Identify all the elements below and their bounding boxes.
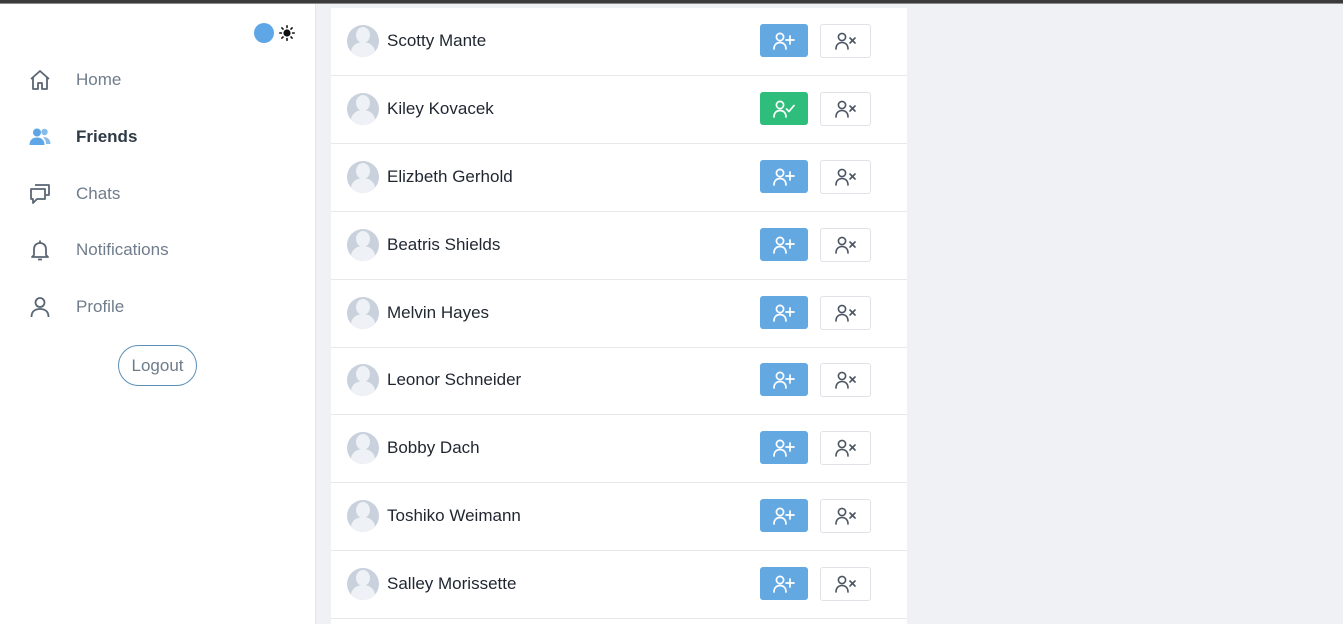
add-friend-button[interactable] [760,24,808,57]
avatar [347,93,379,125]
theme-toggle[interactable] [254,22,298,44]
avatar [347,568,379,600]
nav-label-home: Home [76,70,122,89]
reject-friend-button[interactable] [820,24,871,58]
nav-item-friends[interactable]: Friends [28,123,137,151]
friend-row: Melvin Hayes [331,280,907,348]
add-friend-button[interactable] [760,296,808,329]
users-icon [28,125,52,149]
user-plus-icon [773,304,795,322]
user-x-icon [834,439,857,457]
add-friend-button[interactable] [760,431,808,464]
sidebar: Home Friends Chats Notifications Profile… [0,4,316,624]
friend-row: Elizbeth Gerhold [331,144,907,212]
user-plus-icon [773,168,795,186]
friend-name: Leonor Schneider [387,370,522,389]
user-icon [28,295,52,319]
friend-row: Bobby Dach [331,415,907,483]
add-friend-button[interactable] [760,363,808,396]
reject-friend-button[interactable] [820,431,871,465]
avatar [347,500,379,532]
user-plus-icon [773,371,795,389]
user-x-icon [834,304,857,322]
reject-friend-button[interactable] [820,499,871,533]
user-x-icon [834,507,857,525]
avatar [347,297,379,329]
add-friend-button[interactable] [760,160,808,193]
user-check-icon [773,100,795,118]
reject-friend-button[interactable] [820,160,871,194]
reject-friend-button[interactable] [820,567,871,601]
friend-row: Kiley Kovacek [331,76,907,144]
user-x-icon [834,32,857,50]
reject-friend-button[interactable] [820,92,871,126]
user-plus-icon [773,32,795,50]
avatar [347,432,379,464]
friend-name: Beatris Shields [387,235,501,254]
avatar [347,364,379,396]
friend-name: Melvin Hayes [387,303,490,322]
bell-icon [28,238,52,262]
user-plus-icon [773,507,795,525]
friends-list: Scotty Mante Kiley Kovacek Elizbeth Gerhol… [331,8,907,624]
user-x-icon [834,236,857,254]
toggle-knob[interactable] [254,23,274,43]
friend-name: Scotty Mante [387,31,487,50]
user-plus-icon [773,236,795,254]
nav-item-chats[interactable]: Chats [28,180,120,208]
avatar [347,229,379,261]
avatar [347,25,379,57]
friend-name: Toshiko Weimann [387,506,521,525]
add-friend-button[interactable] [760,228,808,261]
user-x-icon [834,100,857,118]
add-friend-button[interactable] [760,567,808,600]
reject-friend-button[interactable] [820,296,871,330]
friend-name: Elizbeth Gerhold [387,167,513,186]
reject-friend-button[interactable] [820,228,871,262]
friend-row: Beatris Shields [331,212,907,280]
user-x-icon [834,371,857,389]
nav-item-profile[interactable]: Profile [28,293,124,321]
friend-row: Toshiko Weimann [331,483,907,551]
add-friend-button[interactable] [760,499,808,532]
nav-item-home[interactable]: Home [28,66,121,94]
nav-label-friends: Friends [76,127,138,146]
friend-row: Scotty Mante [331,8,907,76]
nav-item-notifications[interactable]: Notifications [28,236,169,264]
accepted-friend-button[interactable] [760,92,808,125]
sun-icon [278,24,296,42]
friend-name: Kiley Kovacek [387,99,494,118]
friend-name: Salley Morissette [387,574,517,593]
nav-label-profile: Profile [76,297,125,316]
home-icon [28,68,52,92]
nav-label-chats: Chats [76,184,121,203]
user-x-icon [834,575,857,593]
logout-button[interactable]: Logout [118,345,197,386]
user-x-icon [834,168,857,186]
friend-row: Leonor Schneider [331,347,907,415]
friend-name: Bobby Dach [387,438,480,457]
nav-label-notifications: Notifications [76,240,169,259]
friend-row: Salley Morissette [331,551,907,619]
user-plus-icon [773,575,795,593]
chat-icon [28,182,52,206]
avatar [347,161,379,193]
user-plus-icon [773,439,795,457]
reject-friend-button[interactable] [820,363,871,397]
